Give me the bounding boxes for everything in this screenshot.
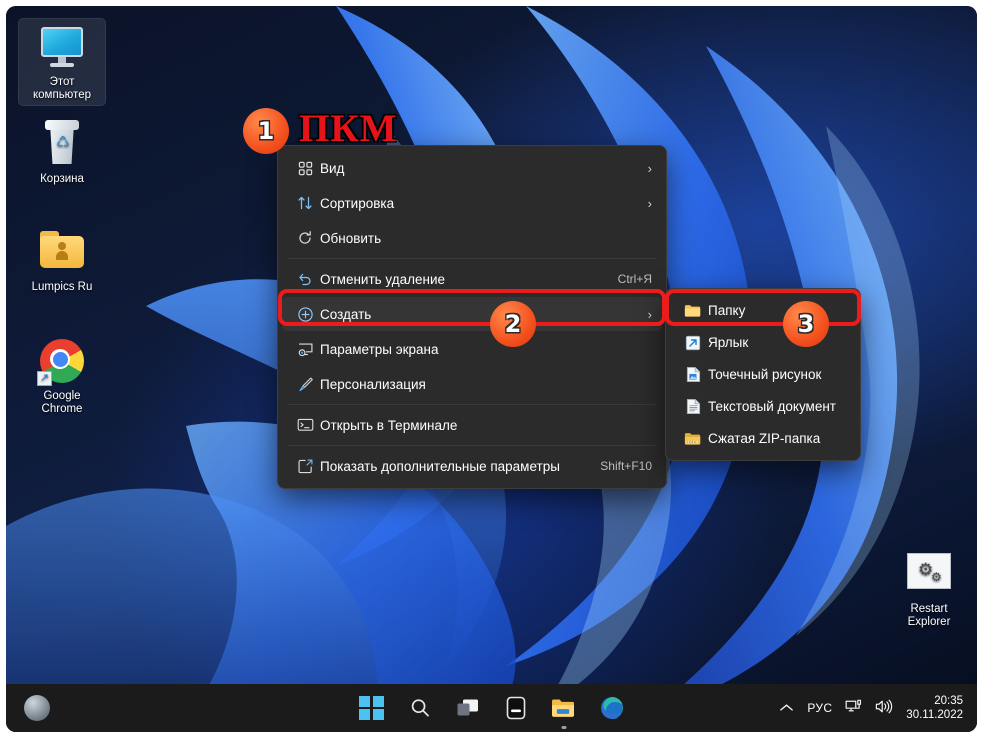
menu-item-label: Показать дополнительные параметры: [320, 458, 560, 474]
submenu-item-label: Текстовый документ: [708, 399, 836, 414]
chevron-right-icon: ›: [647, 195, 652, 211]
this-pc-icon: [38, 23, 86, 71]
shortcut-arrow-icon: ↗: [37, 371, 52, 386]
menu-item-label: Персонализация: [320, 376, 426, 392]
step-badge-2: 2: [490, 301, 536, 347]
menu-item-label: Сортировка: [320, 195, 395, 211]
grid-view-icon: [290, 161, 320, 176]
desktop-icon-google-chrome[interactable]: ↗ Google Chrome: [19, 333, 105, 419]
folder-icon: [678, 303, 708, 318]
menu-item-accelerator: Shift+F10: [600, 459, 652, 473]
chevron-right-icon: ›: [647, 306, 652, 322]
clock-time: 20:35: [934, 695, 963, 707]
file-explorer-button[interactable]: [551, 695, 577, 729]
refresh-icon: [290, 230, 320, 246]
folder-icon: [38, 228, 86, 276]
tray-overflow-chevron-icon[interactable]: [779, 700, 794, 717]
system-tray: РУС 20:35 30.11.2022: [779, 684, 963, 732]
file-explorer-icon: [552, 699, 574, 717]
more-options-icon: [290, 458, 320, 475]
submenu-item-label: Сжатая ZIP-папка: [708, 431, 821, 446]
menu-item-new[interactable]: Создать ›: [282, 297, 662, 331]
menu-item-refresh[interactable]: Обновить: [282, 221, 662, 255]
undo-icon: [290, 271, 320, 287]
brush-icon: [290, 376, 320, 393]
submenu-item-shortcut[interactable]: Ярлык: [670, 327, 856, 358]
volume-icon[interactable]: [875, 699, 893, 718]
task-view-button[interactable]: [455, 695, 481, 721]
desktop-icon-this-pc[interactable]: Этот компьютер: [18, 18, 106, 106]
language-indicator[interactable]: РУС: [807, 701, 832, 715]
step-badge-1: 1: [243, 108, 289, 154]
menu-item-open-in-terminal[interactable]: Открыть в Терминале: [282, 408, 662, 442]
submenu-item-zip-folder[interactable]: Сжатая ZIP-папка: [670, 423, 856, 454]
desktop-icon-label: Google Chrome: [41, 390, 83, 415]
menu-item-view[interactable]: Вид ›: [282, 151, 662, 185]
action-label-right-click: ПКМ: [299, 107, 398, 150]
menu-item-label: Отменить удаление: [320, 271, 446, 287]
zip-folder-icon: [678, 431, 708, 446]
menu-separator: [288, 404, 656, 405]
desktop-icon-lumpics-folder[interactable]: Lumpics Ru: [19, 224, 105, 297]
new-item-submenu[interactable]: Папку Ярлык Точечный рисунок Текстовый д…: [665, 288, 861, 461]
menu-separator: [288, 445, 656, 446]
menu-item-label: Обновить: [320, 230, 382, 246]
clock-date: 30.11.2022: [906, 709, 963, 721]
text-document-icon: [678, 398, 708, 415]
menu-separator: [288, 258, 656, 259]
step-badge-3: 3: [783, 301, 829, 347]
menu-item-label: Открыть в Терминале: [320, 417, 458, 433]
terminal-icon: [290, 418, 320, 432]
recycle-bin-icon: ♺: [38, 120, 86, 168]
bitmap-image-icon: [678, 366, 708, 383]
menu-item-personalization[interactable]: Персонализация: [282, 367, 662, 401]
screenshot-frame: Этот компьютер ♺ Корзина Lumpics Ru ↗ Go…: [0, 0, 983, 738]
windows-logo-icon: [359, 695, 384, 721]
menu-item-label: Вид: [320, 160, 345, 176]
search-icon: [411, 699, 429, 717]
desktop-icon-restart-explorer[interactable]: ⚙ ⚙ Restart Explorer: [886, 546, 972, 632]
chevron-right-icon: ›: [647, 160, 652, 176]
menu-item-display-settings[interactable]: Параметры экрана: [282, 332, 662, 366]
search-button[interactable]: [407, 695, 433, 721]
desktop-icon-label: Restart Explorer: [907, 603, 951, 628]
desktop-icon-label: Этот компьютер: [33, 76, 91, 101]
submenu-item-bitmap-image[interactable]: Точечный рисунок: [670, 359, 856, 390]
network-icon[interactable]: [845, 699, 862, 718]
menu-item-show-more-options[interactable]: Показать дополнительные параметры Shift+…: [282, 449, 662, 483]
widgets-button[interactable]: [503, 695, 529, 721]
shortcut-arrow-icon: [678, 335, 708, 351]
clock[interactable]: 20:35 30.11.2022: [906, 694, 963, 722]
display-settings-icon: [290, 341, 320, 358]
start-button[interactable]: [359, 695, 385, 721]
taskbar[interactable]: РУС 20:35 30.11.2022: [6, 684, 977, 732]
google-chrome-icon: ↗: [37, 337, 86, 386]
desktop-icon-recycle-bin[interactable]: ♺ Корзина: [19, 116, 105, 189]
desktop-icon-label: Lumpics Ru: [31, 281, 93, 293]
menu-item-undo-delete[interactable]: Отменить удаление Ctrl+Я: [282, 262, 662, 296]
menu-item-label: Создать: [320, 306, 372, 322]
menu-item-label: Параметры экрана: [320, 341, 439, 357]
desktop-icon-label: Корзина: [40, 173, 84, 185]
desktop[interactable]: Этот компьютер ♺ Корзина Lumpics Ru ↗ Go…: [6, 6, 977, 732]
desktop-context-menu[interactable]: Вид › Сортировка › Обновить Отменить уда…: [277, 145, 667, 489]
menu-item-accelerator: Ctrl+Я: [617, 272, 652, 286]
submenu-item-label: Ярлык: [708, 335, 749, 350]
widgets-icon: [506, 696, 525, 720]
sort-arrows-icon: [290, 195, 320, 211]
running-indicator: [561, 726, 566, 729]
microsoft-edge-button[interactable]: [599, 695, 625, 721]
restart-explorer-icon: ⚙ ⚙: [905, 550, 953, 598]
microsoft-edge-icon: [600, 697, 623, 719]
menu-item-sort[interactable]: Сортировка ›: [282, 186, 662, 220]
plus-circle-icon: [290, 306, 320, 323]
task-view-icon: [457, 699, 478, 716]
submenu-item-label: Точечный рисунок: [708, 367, 822, 382]
submenu-item-text-document[interactable]: Текстовый документ: [670, 391, 856, 422]
